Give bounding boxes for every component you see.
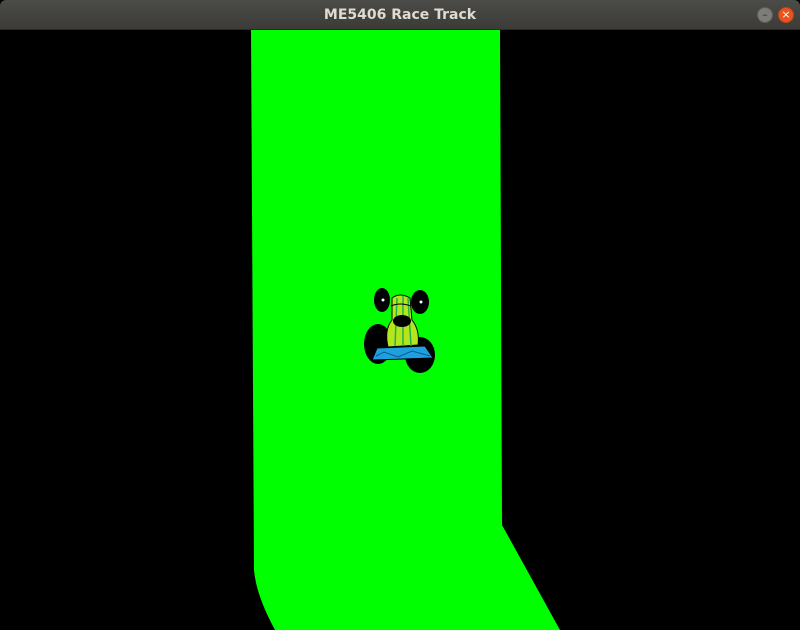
title-bar[interactable]: ME5406 Race Track – × bbox=[0, 0, 800, 30]
minimize-button[interactable]: – bbox=[757, 7, 773, 23]
game-viewport[interactable] bbox=[0, 30, 800, 630]
close-icon: × bbox=[781, 8, 791, 21]
car-cockpit bbox=[393, 315, 411, 327]
app-window: ME5406 Race Track – × bbox=[0, 0, 800, 630]
wheel-hub bbox=[381, 298, 385, 302]
window-title: ME5406 Race Track bbox=[323, 7, 477, 23]
minimize-icon: – bbox=[762, 8, 768, 21]
wheel-hub bbox=[419, 300, 423, 304]
close-button[interactable]: × bbox=[778, 7, 794, 23]
game-canvas bbox=[0, 30, 800, 630]
